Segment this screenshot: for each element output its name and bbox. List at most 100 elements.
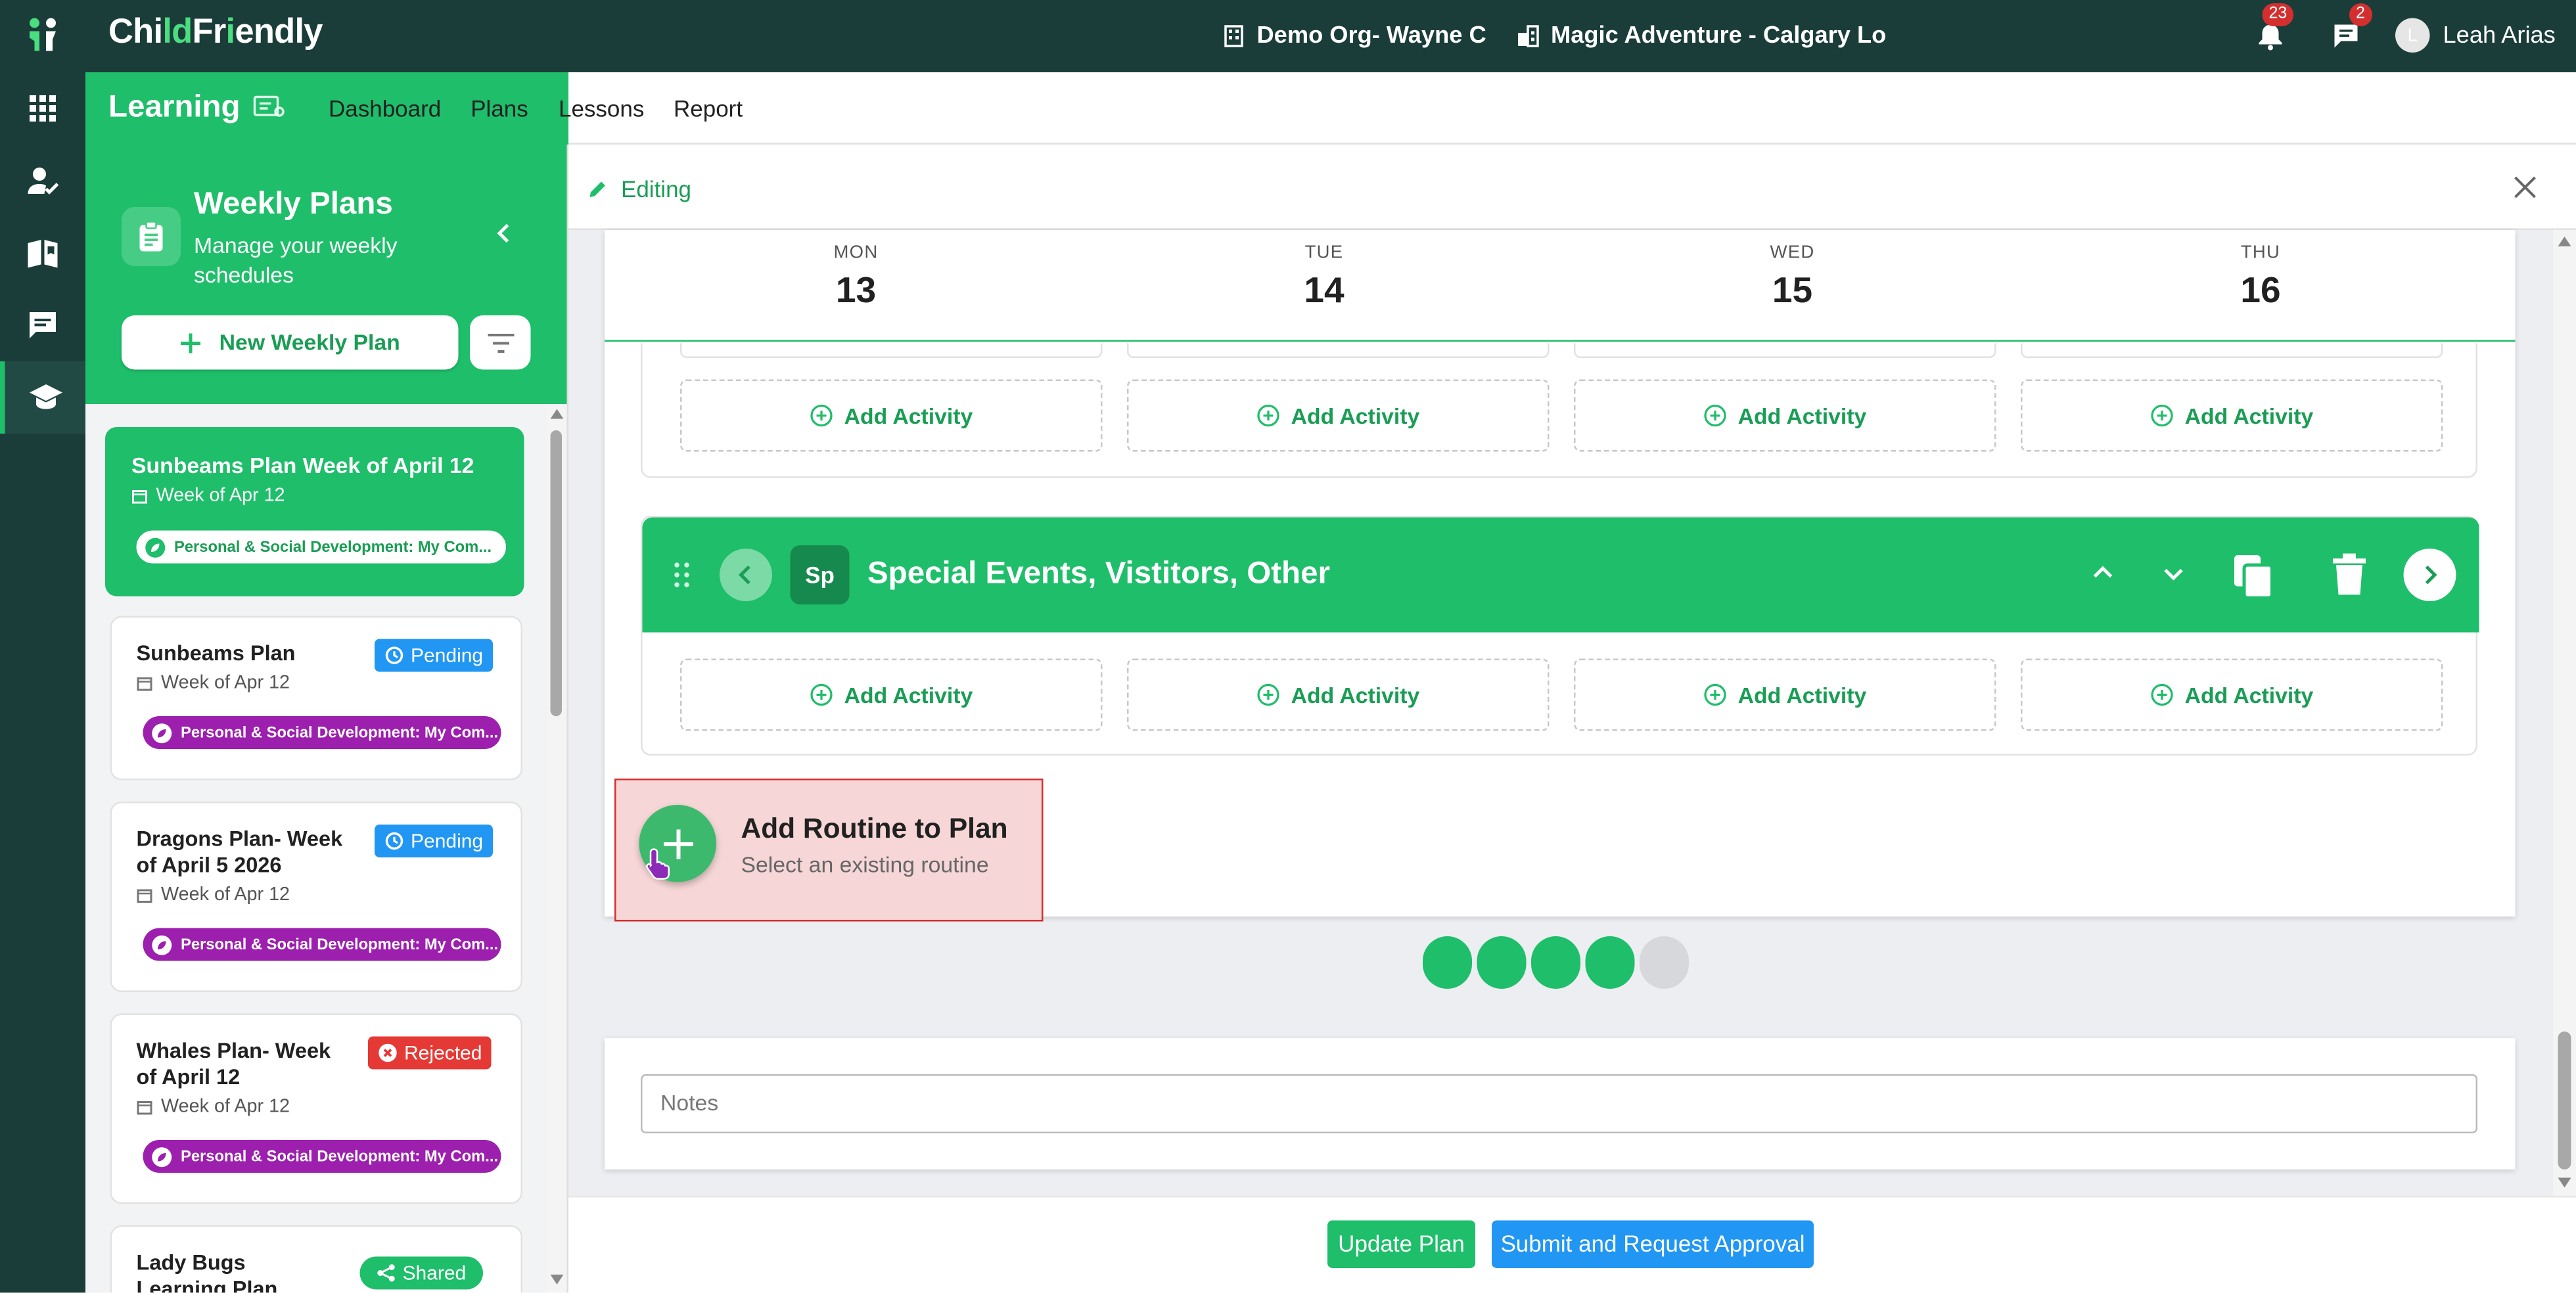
share-icon	[377, 1264, 395, 1282]
location-building-icon	[1518, 25, 1539, 47]
app-logo-icon[interactable]	[25, 16, 61, 53]
pencil-icon	[589, 181, 605, 197]
chat-icon	[30, 312, 56, 338]
move-up-button[interactable]	[2093, 564, 2113, 580]
rail-library[interactable]	[0, 217, 85, 289]
day-date: 14	[1304, 269, 1345, 311]
drag-handle[interactable]	[674, 562, 690, 588]
rail-attendance[interactable]	[0, 145, 85, 217]
plan-card[interactable]: Lady Bugs Learning Plan Shared	[110, 1225, 522, 1293]
filter-button[interactable]	[470, 315, 531, 370]
user-menu[interactable]: L Leah Arias	[2395, 18, 2556, 53]
scroll-up-icon	[550, 409, 564, 419]
user-check-icon	[28, 168, 59, 195]
cancel-icon	[379, 1043, 397, 1062]
status-label: Shared	[402, 1261, 467, 1284]
add-activity-button[interactable]: Add Activity	[1574, 379, 1996, 452]
plan-card[interactable]: Sunbeams Plan Pending Week of Apr 12 Per…	[110, 616, 522, 781]
tab-dashboard[interactable]: Dashboard	[329, 72, 441, 145]
chat-icon	[2334, 24, 2358, 48]
day-column-thu: THU 16	[2162, 243, 2359, 312]
step-dot-complete[interactable]	[1585, 936, 1635, 989]
duplicate-button[interactable]	[2233, 554, 2276, 600]
status-badge-pending: Pending	[375, 639, 494, 672]
plan-title-line: Learning Plan	[136, 1276, 278, 1293]
plan-card[interactable]: Dragons Plan- Week of April 5 2026 Pendi…	[110, 802, 522, 992]
rail-learning[interactable]	[0, 361, 85, 434]
org-name: Demo Org- Wayne C	[1256, 23, 1486, 49]
step-dot-complete[interactable]	[1531, 936, 1580, 989]
add-activity-button[interactable]: Add Activity	[680, 379, 1103, 452]
add-activity-button[interactable]: Add Activity	[1127, 379, 1550, 452]
editing-indicator: Editing	[588, 176, 691, 202]
routine-special-events: Sp Special Events, Vistitors, Other Add …	[641, 516, 2479, 756]
book-icon	[28, 240, 58, 268]
notes-input[interactable]: Notes	[641, 1074, 2477, 1133]
tab-report[interactable]: Report	[674, 72, 743, 145]
plans-sidebar: Weekly Plans Manage your weekly schedule…	[85, 145, 568, 1293]
add-routine-button[interactable]: Add Routine to Plan Select an existing r…	[614, 779, 1044, 922]
messages-button[interactable]: 2	[2332, 3, 2372, 51]
notifications-button[interactable]: 23	[2256, 3, 2294, 51]
activity-card	[680, 343, 1103, 358]
add-activity-label: Add Activity	[1737, 682, 1867, 708]
editor-scrollbar[interactable]	[2553, 230, 2576, 1196]
update-plan-button[interactable]: Update Plan	[1327, 1220, 1475, 1268]
add-activity-button[interactable]: Add Activity	[680, 658, 1103, 731]
calendar-icon	[137, 889, 152, 903]
plan-week-label: Week of Apr 12	[156, 486, 285, 506]
rail-apps[interactable]	[0, 72, 85, 145]
add-activity-button[interactable]: Add Activity	[2021, 379, 2443, 452]
step-dot-complete[interactable]	[1477, 936, 1527, 989]
plan-card-selected[interactable]: Sunbeams Plan Week of April 12 Week of A…	[105, 427, 524, 597]
routine-previous: Add Activity Add Activity Add Activity A…	[641, 343, 2477, 478]
left-rail	[0, 72, 85, 1293]
add-activity-label: Add Activity	[844, 403, 973, 428]
logo-text: i	[225, 13, 236, 51]
filter-icon	[487, 332, 514, 352]
move-down-button[interactable]	[2164, 567, 2184, 583]
close-icon	[2514, 176, 2536, 198]
tab-plans[interactable]: Plans	[453, 72, 545, 145]
sidebar-scrollbar[interactable]	[547, 407, 567, 1293]
org-selector[interactable]: Demo Org- Wayne C	[1222, 23, 1486, 49]
routine-next-button[interactable]	[2403, 549, 2456, 601]
day-name: MON	[833, 243, 879, 263]
close-editor-button[interactable]	[2514, 176, 2537, 199]
messages-count: 2	[2349, 3, 2372, 26]
sidebar-header: Weekly Plans Manage your weekly schedule…	[85, 145, 567, 404]
app-logo[interactable]: ChildFriendly	[108, 13, 323, 53]
add-circle-icon	[810, 683, 833, 706]
status-badge-shared: Shared	[359, 1256, 483, 1290]
sidebar-scroll-thumb[interactable]	[550, 430, 562, 716]
user-name: Leah Arias	[2443, 22, 2556, 49]
plan-week-label: Week of Apr 12	[161, 1097, 290, 1117]
notes-section: Notes	[605, 1038, 2516, 1169]
editor-scroll-thumb[interactable]	[2558, 1032, 2571, 1169]
avatar: L	[2395, 18, 2430, 53]
tab-lessons[interactable]: Lessons	[559, 72, 644, 145]
hand-pointer-cursor-icon	[646, 848, 672, 880]
plan-tag-label: Personal & Social Development: My Com...	[181, 723, 499, 742]
plan-week: Week of Apr 12	[137, 886, 290, 905]
new-weekly-plan-button[interactable]: New Weekly Plan	[122, 315, 459, 370]
editor-toolbar: Editing	[568, 145, 2576, 230]
logo-text: Chi	[108, 13, 163, 51]
history-icon	[385, 832, 403, 850]
scroll-up-icon	[2558, 237, 2571, 246]
status-label: Pending	[411, 644, 484, 667]
delete-button[interactable]	[2333, 553, 2366, 597]
add-activity-button[interactable]: Add Activity	[2021, 658, 2443, 731]
rail-messages[interactable]	[0, 289, 85, 361]
plan-card[interactable]: Whales Plan- Week of April 12 Rejected W…	[110, 1013, 522, 1204]
add-activity-button[interactable]: Add Activity	[1127, 658, 1550, 731]
step-dot-complete[interactable]	[1423, 936, 1472, 989]
submit-approval-button[interactable]: Submit and Request Approval	[1492, 1220, 1814, 1268]
plan-title-line: Dragons Plan- Week	[136, 826, 343, 851]
step-dot-pending[interactable]	[1640, 936, 1689, 989]
routine-prev-button[interactable]	[720, 549, 772, 601]
sidebar-subtitle-line: schedules	[194, 263, 294, 288]
collapse-sidebar-button[interactable]	[493, 222, 516, 245]
location-selector[interactable]: Magic Adventure - Calgary Lo	[1517, 23, 1886, 49]
add-activity-button[interactable]: Add Activity	[1574, 658, 1996, 731]
